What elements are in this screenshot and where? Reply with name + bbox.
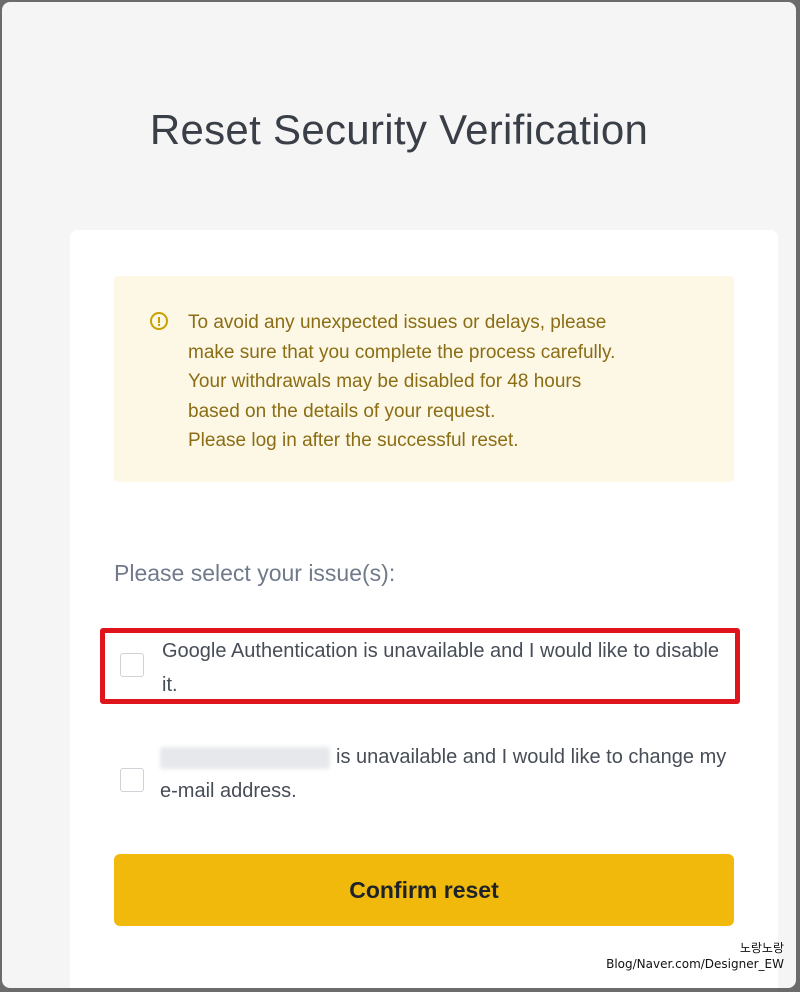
masked-email: [160, 746, 330, 769]
notice-line: To avoid any unexpected issues or delays…: [188, 312, 607, 333]
email-checkbox[interactable]: [120, 768, 144, 792]
issue-select-label: Please select your issue(s):: [114, 560, 396, 586]
confirm-reset-button[interactable]: Confirm reset: [114, 854, 734, 926]
warning-notice: To avoid any unexpected issues or delays…: [114, 276, 734, 482]
notice-line: Your withdrawals may be disabled for 48 …: [188, 371, 582, 392]
google-auth-checkbox[interactable]: [120, 653, 144, 677]
alert-circle-icon: [150, 312, 168, 330]
reset-form-card: To avoid any unexpected issues or delays…: [70, 230, 778, 988]
watermark: 노랑노랑 Blog/Naver.com/Designer_EW: [606, 940, 784, 972]
watermark-line-2: Blog/Naver.com/Designer_EW: [606, 957, 784, 971]
option-google-auth[interactable]: Google Authentication is unavailable and…: [100, 628, 740, 704]
notice-text: To avoid any unexpected issues or delays…: [188, 308, 615, 456]
watermark-line-1: 노랑노랑: [739, 941, 784, 955]
email-option-label[interactable]: is unavailable and I would like to chang…: [160, 740, 730, 808]
reset-security-window: Reset Security Verification To avoid any…: [2, 2, 796, 988]
page-title: Reset Security Verification: [149, 106, 649, 153]
notice-line: make sure that you complete the process …: [188, 341, 616, 363]
notice-line: based on the details of your request.: [188, 400, 496, 422]
notice-line: Please log in after the successful reset…: [188, 430, 519, 451]
option-email[interactable]: is unavailable and I would like to chang…: [100, 738, 740, 818]
google-auth-option-label[interactable]: Google Authentication is unavailable and…: [162, 634, 732, 702]
